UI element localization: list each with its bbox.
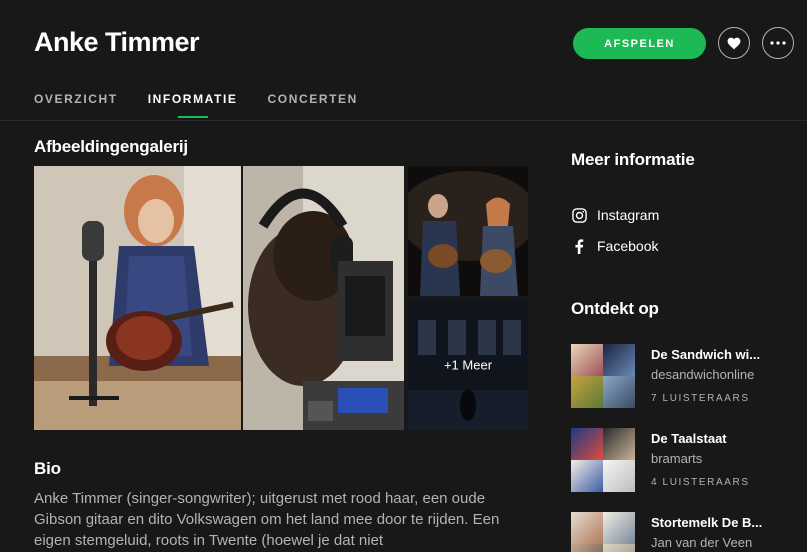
play-button[interactable]: AFSPELEN <box>573 28 706 59</box>
artist-header: Anke Timmer AFSPELEN OVERZICHT INFORMATI… <box>0 0 807 121</box>
discovered-on-title: Ontdekt op <box>571 299 659 318</box>
playlist-item[interactable]: Stortemelk De B... Jan van der Veen <box>571 512 807 552</box>
instagram-link[interactable]: Instagram <box>571 207 659 223</box>
bio-title: Bio <box>34 459 61 478</box>
ellipsis-icon <box>770 41 786 45</box>
playlist-owner: desandwichonline <box>651 367 755 382</box>
gallery-photo-main[interactable] <box>34 166 241 430</box>
gallery-title: Afbeeldingengalerij <box>34 137 188 156</box>
playlist-name: Stortemelk De B... <box>651 515 763 530</box>
playlist-name: De Taalstaat <box>651 431 727 446</box>
bio-text: Anke Timmer (singer-songwriter); uitgeru… <box>34 490 500 549</box>
more-options-button[interactable] <box>762 27 794 59</box>
tab-concerts[interactable]: CONCERTEN <box>268 92 358 118</box>
playlist-cover <box>571 428 635 492</box>
playlist-owner: Jan van der Veen <box>651 535 753 550</box>
tab-about[interactable]: INFORMATIE <box>148 92 238 118</box>
follow-button[interactable] <box>718 27 750 59</box>
artist-name: Anke Timmer <box>34 27 200 57</box>
playlist-cover <box>571 512 635 552</box>
gallery-more-label: +1 Meer <box>443 357 493 373</box>
instagram-label: Instagram <box>597 207 660 223</box>
playlist-listeners: 7 LUISTERAARS <box>651 393 750 404</box>
more-info-title: Meer informatie <box>571 150 695 169</box>
instagram-icon <box>571 207 587 223</box>
gallery-photo-studio[interactable] <box>243 166 404 430</box>
playlist-owner: bramarts <box>651 451 703 466</box>
playlist-name: De Sandwich wi... <box>651 347 761 362</box>
tab-bar: OVERZICHT INFORMATIE CONCERTEN <box>34 92 388 118</box>
playlist-cover <box>571 344 635 408</box>
gallery-photo-duo[interactable] <box>408 166 528 296</box>
facebook-link[interactable]: Facebook <box>571 238 658 254</box>
playlist-listeners: 4 LUISTERAARS <box>651 477 750 488</box>
playlist-item[interactable]: De Taalstaat bramarts 4 LUISTERAARS <box>571 428 807 492</box>
image-gallery: +1 Meer <box>34 166 528 430</box>
facebook-label: Facebook <box>597 238 659 254</box>
tab-overview[interactable]: OVERZICHT <box>34 92 118 118</box>
facebook-icon <box>571 238 587 254</box>
gallery-photo-more[interactable]: +1 Meer <box>408 300 528 430</box>
heart-icon <box>727 37 741 49</box>
playlist-item[interactable]: De Sandwich wi... desandwichonline 7 LUI… <box>571 344 807 408</box>
